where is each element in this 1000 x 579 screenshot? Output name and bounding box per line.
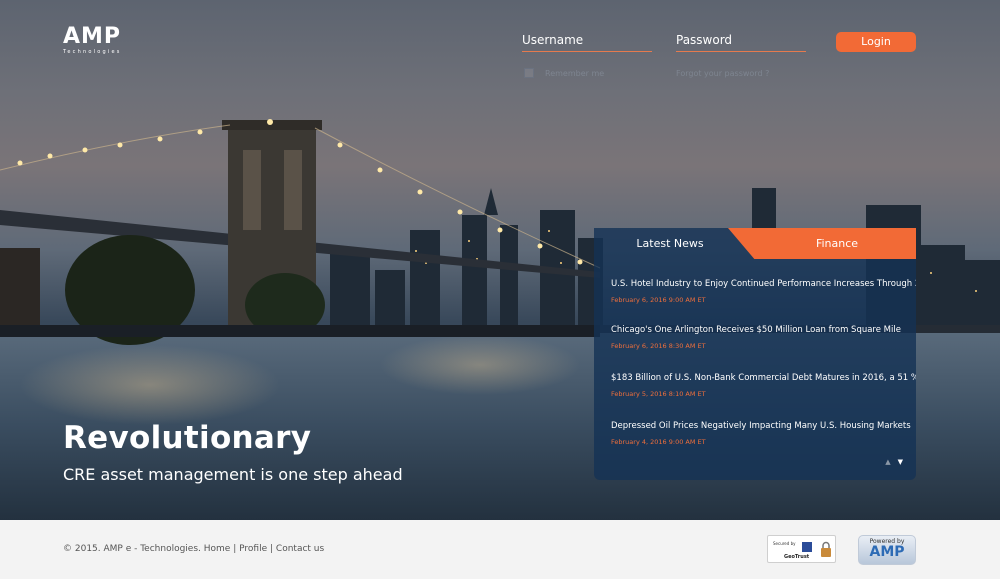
remember-me[interactable]: Remember me	[524, 68, 604, 78]
geotrust-badge[interactable]: Secured by GeoTrust	[767, 535, 836, 563]
footer-copyright: © 2015. AMP e - Technologies. Home | Pro…	[63, 544, 324, 554]
tab-latest-news[interactable]: Latest News	[594, 228, 734, 259]
scroll-up-icon[interactable]: ▲	[885, 458, 890, 466]
news-panel: Latest News Finance U.S. Hotel Industry …	[594, 228, 916, 480]
footer-link-contact[interactable]: Contact us	[276, 544, 324, 554]
footer-separator: |	[270, 544, 274, 554]
news-item[interactable]: Depressed Oil Prices Negatively Impactin…	[611, 421, 911, 446]
news-date: February 6, 2016 8:30 AM ET	[611, 342, 706, 350]
padlock-icon	[821, 541, 831, 557]
geotrust-logo-icon	[802, 542, 812, 552]
news-date: February 4, 2016 9:00 AM ET	[611, 438, 706, 446]
remember-label: Remember me	[545, 68, 605, 78]
footer-link-home[interactable]: Home	[204, 544, 231, 554]
logo-mark: AMP	[63, 24, 122, 49]
login-button[interactable]: Login	[836, 32, 916, 52]
news-item[interactable]: $183 Billion of U.S. Non-Bank Commercial…	[611, 373, 916, 398]
scroll-down-icon[interactable]: ▼	[898, 458, 903, 466]
news-item[interactable]: Chicago's One Arlington Receives $50 Mil…	[611, 325, 911, 350]
logo-subtitle: Technologies	[63, 49, 122, 55]
geotrust-label: GeoTrust	[784, 554, 810, 560]
hero-headline: Revolutionary	[63, 420, 312, 456]
news-title[interactable]: Chicago's One Arlington Receives $50 Mil…	[611, 325, 911, 335]
news-title[interactable]: U.S. Hotel Industry to Enjoy Continued P…	[611, 279, 916, 289]
news-date: February 5, 2016 8:10 AM ET	[611, 390, 706, 398]
forgot-password-link[interactable]: Forgot your password ?	[676, 69, 769, 78]
geotrust-secured-label: Secured by	[773, 541, 796, 546]
username-field[interactable]: Username	[522, 33, 652, 52]
hero-background: AMP Technologies Username Password Login…	[0, 0, 1000, 520]
news-item[interactable]: U.S. Hotel Industry to Enjoy Continued P…	[611, 279, 916, 304]
news-scroll-controls: ▲ ▼	[885, 458, 903, 466]
logo[interactable]: AMP Technologies	[63, 24, 122, 56]
password-field[interactable]: Password	[676, 33, 806, 52]
hero-tagline: CRE asset management is one step ahead	[63, 465, 403, 484]
news-date: February 6, 2016 9:00 AM ET	[611, 296, 706, 304]
powered-by-amp-label: AMP	[869, 544, 905, 560]
footer-separator: |	[233, 544, 237, 554]
powered-by-amp-badge[interactable]: Powered by AMP	[858, 535, 916, 565]
footer: © 2015. AMP e - Technologies. Home | Pro…	[0, 520, 1000, 579]
tab-finance[interactable]: Finance	[728, 228, 916, 259]
copyright-text: © 2015. AMP e - Technologies.	[63, 544, 201, 554]
footer-link-profile[interactable]: Profile	[239, 544, 267, 554]
news-title[interactable]: Depressed Oil Prices Negatively Impactin…	[611, 421, 911, 431]
remember-checkbox[interactable]	[524, 68, 534, 78]
news-title[interactable]: $183 Billion of U.S. Non-Bank Commercial…	[611, 373, 916, 383]
